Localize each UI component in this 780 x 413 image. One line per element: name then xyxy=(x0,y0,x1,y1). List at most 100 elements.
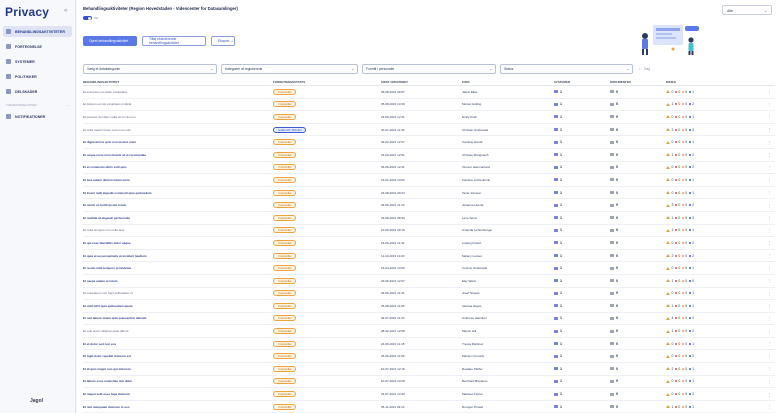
row-menu-icon[interactable]: ⋮ xyxy=(764,102,775,107)
activity-name-link[interactable]: Et voluptatem non fugit quibusdam ut xyxy=(83,291,273,295)
systems-count[interactable]: 1 xyxy=(554,203,610,207)
systems-count[interactable]: 1 xyxy=(554,405,610,409)
systems-count[interactable]: 1 xyxy=(554,254,610,258)
table-row[interactable]: Et morbi ut mollit ipsum lorem I behandle… xyxy=(83,199,775,212)
documents-count[interactable]: 0 xyxy=(610,241,666,245)
documents-count[interactable]: 0 xyxy=(610,165,666,169)
documents-count[interactable]: 0 xyxy=(610,279,666,283)
activity-name-link[interactable]: Et velit nihil quia quibusdam quam xyxy=(83,304,273,308)
row-menu-icon[interactable]: ⋮ xyxy=(764,165,775,170)
row-menu-icon[interactable]: ⋮ xyxy=(764,366,775,371)
systems-count[interactable]: 1 xyxy=(554,228,610,232)
documents-count[interactable]: 0 xyxy=(610,316,666,320)
collapse-sidebar-icon[interactable]: « xyxy=(64,8,67,14)
documents-count[interactable]: 0 xyxy=(610,266,666,270)
row-menu-icon[interactable]: ⋮ xyxy=(764,341,775,346)
sidebar-item-behandlingsaktiviteter[interactable]: BEHANDLINGSAKTIVITETER xyxy=(3,26,72,37)
table-row[interactable]: Et nulla mauris lorem Lorem tui sum Godke… xyxy=(83,124,775,137)
activity-name-link[interactable]: Et nulla tempore non nulla eius xyxy=(83,228,273,232)
column-header[interactable]: Forretningsstatus xyxy=(273,80,381,84)
documents-count[interactable]: 0 xyxy=(610,254,666,258)
view-toggle[interactable]: Vis xyxy=(83,16,98,20)
documents-count[interactable]: 0 xyxy=(610,115,666,119)
systems-count[interactable]: 1 xyxy=(554,165,610,169)
activity-name-link[interactable]: Et fugit dolor repellat dolorem est xyxy=(83,354,273,358)
activity-name-link[interactable]: Et mollitia id eligendi perferendis xyxy=(83,216,273,220)
row-menu-icon[interactable]: ⋮ xyxy=(764,152,775,157)
activity-name-link[interactable]: Et id quis magni non qui dolorem xyxy=(83,367,273,371)
activity-name-link[interactable]: Et nulla mauris lorem Lorem tui sum xyxy=(83,128,273,132)
row-menu-icon[interactable]: ⋮ xyxy=(764,228,775,233)
table-row[interactable]: Et labore esse molestiae nisi diam I beha… xyxy=(83,376,775,389)
add-existing-activity-button[interactable]: Tilføj eksisterende behandlingsaktivitet xyxy=(142,36,206,46)
search-input[interactable]: ⌕ Søg xyxy=(637,64,695,74)
documents-count[interactable]: 0 xyxy=(610,203,666,207)
documents-count[interactable]: 0 xyxy=(610,291,666,295)
documents-count[interactable]: 0 xyxy=(610,354,666,358)
table-row[interactable]: Et et commodo ultrix velit quis I behandl… xyxy=(83,162,775,175)
systems-count[interactable]: 1 xyxy=(554,178,610,182)
data-category-filter[interactable]: Vælg et datakategorier ⌄ xyxy=(83,64,217,74)
documents-count[interactable]: 0 xyxy=(610,342,666,346)
documents-count[interactable]: 0 xyxy=(610,379,666,383)
row-menu-icon[interactable]: ⋮ xyxy=(764,278,775,283)
systems-count[interactable]: 1 xyxy=(554,379,610,383)
activity-name-link[interactable]: Et enimpsum et totam voluptaties xyxy=(83,90,273,94)
documents-count[interactable]: 0 xyxy=(610,90,666,94)
row-menu-icon[interactable]: ⋮ xyxy=(764,316,775,321)
row-menu-icon[interactable]: ⋮ xyxy=(764,177,775,182)
activity-name-link[interactable]: Et sed labore totam quia praesentiur del… xyxy=(83,316,273,320)
table-row[interactable]: Et nisl numquam dolorum in eos I behandle… xyxy=(83,401,775,413)
activity-name-link[interactable]: Et nisl numquam dolorum in eos xyxy=(83,405,273,409)
sidebar-item-politikker[interactable]: POLITIKKER xyxy=(3,71,72,82)
documents-count[interactable]: 0 xyxy=(610,228,666,232)
registered-category-filter[interactable]: Kategorier af registrerede ⌄ xyxy=(221,64,358,74)
activity-name-link[interactable]: Et et dolor sed non eos xyxy=(83,342,273,346)
systems-count[interactable]: 1 xyxy=(554,153,610,157)
documents-count[interactable]: 0 xyxy=(610,191,666,195)
column-header[interactable]: Systemer xyxy=(554,80,610,84)
systems-count[interactable]: 1 xyxy=(554,304,610,308)
column-header[interactable]: Risiko xyxy=(666,80,764,84)
activity-name-link[interactable]: Et possunt nisi diam nulla sit omnis rem xyxy=(83,115,273,119)
systems-count[interactable]: 1 xyxy=(554,128,610,132)
systems-count[interactable]: 1 xyxy=(554,354,610,358)
systems-count[interactable]: 1 xyxy=(554,367,610,371)
documents-count[interactable]: 0 xyxy=(610,405,666,409)
row-menu-icon[interactable]: ⋮ xyxy=(764,215,775,220)
systems-count[interactable]: 1 xyxy=(554,90,610,94)
table-row[interactable]: Et dolorem et nisi voluptatem indicat I b… xyxy=(83,99,775,112)
table-row[interactable]: Et sed labore totam quia praesentiur del… xyxy=(83,313,775,326)
documents-count[interactable]: 0 xyxy=(610,153,666,157)
systems-count[interactable]: 1 xyxy=(554,291,610,295)
purpose-filter[interactable]: Formål i personalet ⌄ xyxy=(362,64,496,74)
documents-count[interactable]: 0 xyxy=(610,102,666,106)
row-menu-icon[interactable]: ⋮ xyxy=(764,114,775,119)
activity-name-link[interactable]: Et et commodo ultrix velit quis xyxy=(83,165,273,169)
row-menu-icon[interactable]: ⋮ xyxy=(764,253,775,258)
documents-count[interactable]: 0 xyxy=(610,140,666,144)
documents-count[interactable]: 0 xyxy=(610,304,666,308)
systems-count[interactable]: 1 xyxy=(554,140,610,144)
sidebar-item-notifikationer[interactable]: NOTIFIKATIONER xyxy=(3,111,72,122)
documents-count[interactable]: 0 xyxy=(610,178,666,182)
row-menu-icon[interactable]: ⋮ xyxy=(764,240,775,245)
documents-count[interactable]: 0 xyxy=(610,216,666,220)
table-row[interactable]: Et et dolor sed non eos I behandlet 24-06-… xyxy=(83,338,775,351)
row-menu-icon[interactable]: ⋮ xyxy=(764,127,775,132)
activity-name-link[interactable]: Et magni velit esse fuga dolorem xyxy=(83,392,273,396)
column-header[interactable]: Behandlingsaktivitet xyxy=(83,80,273,84)
toggle-switch[interactable] xyxy=(83,16,92,20)
systems-count[interactable]: 1 xyxy=(554,329,610,333)
systems-count[interactable]: 1 xyxy=(554,216,610,220)
table-row[interactable]: Et velit amet volitiposi quae labore I be… xyxy=(83,325,775,338)
table-row[interactable]: Et iure autem dictum totam enim I behandl… xyxy=(83,174,775,187)
activity-name-link[interactable]: Et dolorem et nisi voluptatem indicat xyxy=(83,102,273,106)
row-menu-icon[interactable]: ⋮ xyxy=(764,303,775,308)
table-row[interactable]: Et mollitia id eligendi perferendis I beh… xyxy=(83,212,775,225)
row-menu-icon[interactable]: ⋮ xyxy=(764,329,775,334)
row-menu-icon[interactable]: ⋮ xyxy=(764,291,775,296)
activity-name-link[interactable]: Et rerum nihil tempore providente xyxy=(83,266,273,270)
activity-name-link[interactable]: Et velit amet volitiposi quae labore xyxy=(83,329,273,333)
activity-name-link[interactable]: Et saepe autem et totam xyxy=(83,279,273,283)
